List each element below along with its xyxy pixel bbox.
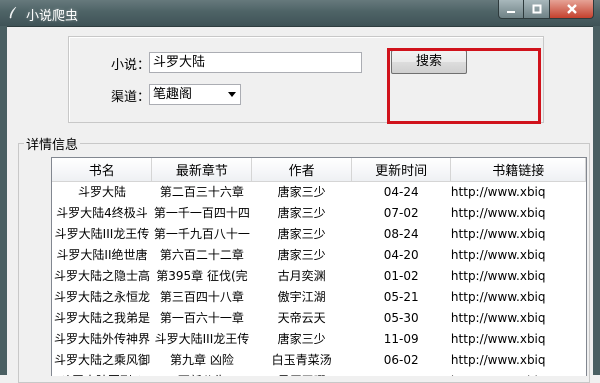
table-cell: 06-18 xyxy=(351,371,450,376)
table-cell: http://www.xbiq xyxy=(450,185,546,199)
table-cell: 11-09 xyxy=(383,332,419,346)
table-cell: 唐家三少 xyxy=(277,248,326,262)
table-row[interactable]: 斗罗大陆III龙王传 第一千九百八十一 唐家三少 08-24 http://www.xb… xyxy=(52,224,586,245)
table-cell: http://www.xbiq xyxy=(450,227,546,241)
table-cell: 白玉青菜汤 xyxy=(271,353,332,367)
table-cell: 天帝云天 xyxy=(277,311,326,325)
table-cell: 更新公告 xyxy=(152,371,252,376)
table-cell: 傲宇江湖 xyxy=(277,290,326,304)
table-row[interactable]: 斗罗大陆外传神界 斗罗大陆III龙王传 唐家三少 11-09 http://www.xb… xyxy=(52,329,586,350)
channel-select[interactable]: 笔趣阁 xyxy=(149,84,241,105)
table-cell: 星辰天曜 xyxy=(252,371,352,376)
table-cell: 斗罗大陆III龙王传 xyxy=(154,332,250,346)
table-cell: http://www.xbiq xyxy=(450,290,546,304)
table-cell: 第一千九百八十一 xyxy=(153,227,250,241)
table-cell: 第三百四十八章 xyxy=(159,290,244,304)
table-cell: 唐家三少 xyxy=(277,206,326,220)
table-cell: 08-24 xyxy=(383,227,419,241)
window-title: 小说爬虫 xyxy=(26,9,79,24)
table-cell: 斗罗大陆 xyxy=(77,185,126,199)
table-cell: 斗罗大陆III龙王传 xyxy=(54,227,150,241)
table-cell: http://www.xbiq xyxy=(450,248,546,262)
table-cell: 斗罗大陆之隐士高 xyxy=(53,269,150,283)
table-cell: 01-02 xyxy=(383,269,419,283)
channel-value: 笔趣阁 xyxy=(153,87,193,102)
table-cell: 斗罗大陆之乘风御 xyxy=(53,353,150,367)
search-group xyxy=(68,36,544,123)
chevron-down-icon[interactable] xyxy=(228,92,236,97)
table-cell: 第一千一百四十四 xyxy=(153,206,250,220)
table-cell: http://www.xbiq xyxy=(450,311,546,325)
table-cell: 07-02 xyxy=(383,206,419,220)
table-cell: 斗罗大陆II绝世唐 xyxy=(56,248,148,262)
table-cell: 06-02 xyxy=(383,353,419,367)
table-row[interactable]: 斗罗大陆之乘风御 第九章 凶险 白玉青菜汤 06-02 http://www.xbiq xyxy=(52,350,586,371)
table-cell: 04-20 xyxy=(383,248,419,262)
table-cell: 唐家三少 xyxy=(277,185,326,199)
table-cell: http://www.xbiq xyxy=(450,353,546,367)
maximize-button[interactable] xyxy=(524,0,550,19)
novel-input[interactable]: 斗罗大陆 xyxy=(149,52,362,73)
column-header[interactable]: 最新章节 xyxy=(151,158,253,182)
table-cell: 04-24 xyxy=(383,185,419,199)
table-row[interactable]: 斗罗大陆之我弟是 第一百六十一章 天帝云天 05-30 http://www.xbiq xyxy=(52,308,586,329)
table-cell: 05-30 xyxy=(383,311,419,325)
table-cell: http://www.xbiq xyxy=(450,206,546,220)
title-bar[interactable]: 小说爬虫 xyxy=(0,0,600,26)
table-cell: 唐家三少 xyxy=(277,332,326,346)
details-legend: 详情信息 xyxy=(24,134,81,153)
table-cell: 斗罗大陆4终极斗 xyxy=(56,206,148,220)
close-button[interactable] xyxy=(550,0,594,19)
minimize-icon xyxy=(507,11,515,13)
window-frame-right xyxy=(593,26,600,375)
window-client-area: 小说： 斗罗大陆 渠道： 笔趣阁 搜索 详情信息 书名 最新章节 作者 更新时间… xyxy=(7,26,593,383)
results-table[interactable]: 书名 最新章节 作者 更新时间 书籍链接 斗罗大陆 第二百三十六章 唐家三少 04-… xyxy=(51,157,587,376)
table-cell: http://www.xbiq xyxy=(451,371,586,376)
table-cell: http://www.xbiq xyxy=(450,332,546,346)
minimize-button[interactable] xyxy=(498,0,524,19)
feather-icon xyxy=(9,6,17,19)
table-row[interactable]: 斗罗大陆II绝世唐 第六百二十二章 唐家三少 04-20 http://www.xbi… xyxy=(52,245,586,266)
table-row[interactable]: 斗罗大陆之永恒龙 第三百四十八章 傲宇江湖 05-21 http://www.xbiq xyxy=(52,287,586,308)
table-cell: 斗罗大陆之我弟是 xyxy=(53,311,150,325)
search-button[interactable]: 搜索 xyxy=(391,50,467,74)
table-cell: 第一百六十一章 xyxy=(159,311,244,325)
window-frame-left xyxy=(0,26,7,375)
novel-label: 小说： xyxy=(111,58,151,73)
table-cell: http://www.xbiq xyxy=(450,269,546,283)
table-cell: 斗罗大陆回到八 xyxy=(52,371,152,376)
table-cell: 斗罗大陆之永恒龙 xyxy=(53,290,150,304)
table-cell: 古月奕渊 xyxy=(277,269,326,283)
column-header[interactable]: 作者 xyxy=(251,158,352,182)
column-header[interactable]: 书名 xyxy=(52,158,153,182)
table-cell: 第395章 征伐(完 xyxy=(156,269,248,283)
table-cell: 第六百二十二章 xyxy=(159,248,244,262)
close-icon xyxy=(566,4,577,14)
table-cell: 斗罗大陆外传神界 xyxy=(53,332,150,346)
channel-label: 渠道： xyxy=(111,90,151,105)
column-header[interactable]: 更新时间 xyxy=(351,158,452,182)
table-row[interactable]: 斗罗大陆回到八更新公告星辰天曜06-18http://www.xbiq xyxy=(52,371,586,376)
table-header-row: 书名 最新章节 作者 更新时间 书籍链接 xyxy=(52,158,586,182)
table-row[interactable]: 斗罗大陆之隐士高 第395章 征伐(完 古月奕渊 01-02 http://www.xb… xyxy=(52,266,586,287)
maximize-icon xyxy=(532,4,541,14)
table-row[interactable]: 斗罗大陆 第二百三十六章 唐家三少 04-24 http://www.xbiq xyxy=(52,182,586,204)
table-cell: 05-21 xyxy=(383,290,419,304)
table-cell: 第九章 凶险 xyxy=(170,353,234,367)
table-cell: 第二百三十六章 xyxy=(159,185,244,199)
column-header[interactable]: 书籍链接 xyxy=(450,158,586,182)
table-row[interactable]: 斗罗大陆4终极斗 第一千一百四十四 唐家三少 07-02 http://www.xbiq xyxy=(52,203,586,224)
table-cell: 唐家三少 xyxy=(277,227,326,241)
